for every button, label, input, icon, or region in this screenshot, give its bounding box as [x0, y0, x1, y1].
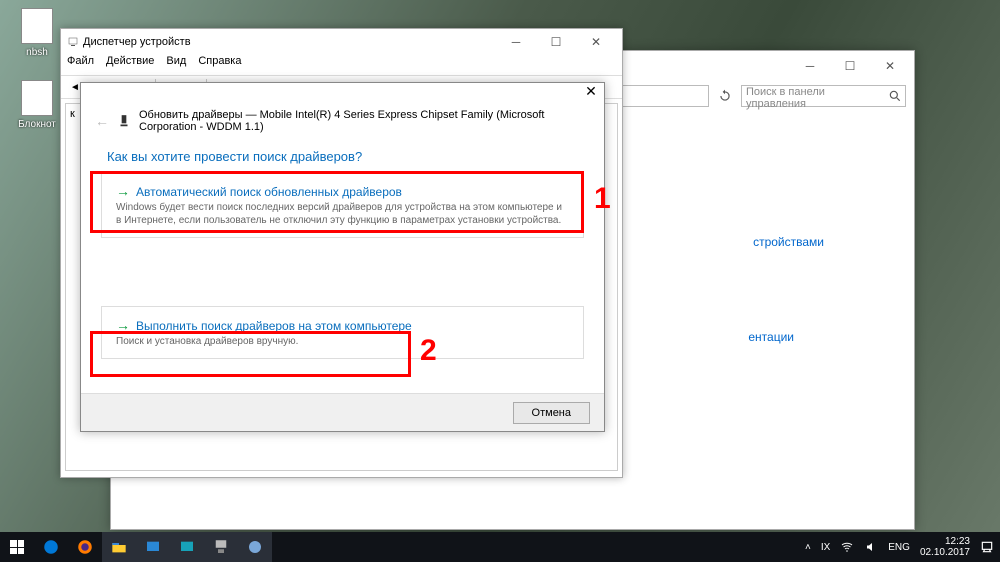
update-driver-wizard: ✕ ← Обновить драйверы — Mobile Intel(R) …	[80, 82, 605, 432]
taskbar: ˄ ΙΧ ENG 12:23 02.10.2017	[0, 532, 1000, 562]
system-tray: ˄ ΙΧ ENG 12:23 02.10.2017	[799, 536, 1000, 558]
tray-date: 02.10.2017	[920, 547, 970, 558]
taskbar-firefox[interactable]	[68, 532, 102, 562]
taskbar-edge[interactable]	[34, 532, 68, 562]
icon-label: Блокнот	[18, 119, 56, 130]
windows-icon	[10, 540, 24, 554]
taskbar-app[interactable]	[238, 532, 272, 562]
window-title: Диспетчер устройств	[83, 36, 191, 48]
tray-notifications-icon[interactable]	[980, 540, 994, 554]
file-icon	[21, 80, 53, 116]
close-button[interactable]: ✕	[578, 83, 604, 105]
maximize-button[interactable]: ☐	[830, 53, 870, 79]
taskbar-app[interactable]	[170, 532, 204, 562]
wizard-options: → Автоматический поиск обновленных драйве…	[81, 168, 604, 371]
search-icon	[888, 89, 902, 103]
menu-help[interactable]: Справка	[198, 55, 241, 75]
annotation-number-2: 2	[420, 334, 437, 368]
taskbar-explorer[interactable]	[102, 532, 136, 562]
refresh-icon[interactable]	[715, 86, 735, 106]
tray-time: 12:23	[920, 536, 970, 547]
option-browse-computer[interactable]: → Выполнить поиск драйверов на этом компь…	[101, 306, 584, 359]
arrow-icon: →	[116, 183, 130, 199]
tray-chevron-up-icon[interactable]: ˄	[805, 542, 811, 553]
arrow-icon: →	[116, 317, 130, 333]
tray-clock[interactable]: 12:23 02.10.2017	[920, 536, 970, 558]
device-icon	[67, 36, 79, 48]
minimize-button[interactable]: ─	[496, 29, 536, 55]
tree-item[interactable]: к	[70, 108, 75, 120]
option-description: Windows будет вести поиск последних верс…	[116, 201, 569, 227]
cancel-button[interactable]: Отмена	[513, 402, 590, 424]
tray-wifi-icon[interactable]	[840, 541, 854, 553]
menu-view[interactable]: Вид	[166, 55, 186, 75]
minimize-button[interactable]: ─	[790, 53, 830, 79]
annotation-number-1: 1	[594, 182, 611, 216]
window-titlebar[interactable]: Диспетчер устройств ─ ☐ ✕	[61, 29, 622, 55]
wizard-footer: Отмена	[81, 393, 604, 431]
driver-icon	[117, 113, 131, 129]
taskbar-app[interactable]	[136, 532, 170, 562]
wizard-titlebar[interactable]: ✕	[81, 83, 604, 105]
tray-input-icon[interactable]: ΙΧ	[821, 542, 830, 553]
wizard-question: Как вы хотите провести поиск драйверов?	[81, 143, 604, 168]
option-auto-search[interactable]: → Автоматический поиск обновленных драйве…	[101, 172, 584, 238]
search-input[interactable]: Поиск в панели управления	[741, 85, 906, 107]
tray-volume-icon[interactable]	[864, 541, 878, 553]
icon-label: nbsh	[26, 47, 48, 58]
file-icon	[21, 8, 53, 44]
back-icon[interactable]: ←	[95, 113, 109, 129]
option-description: Поиск и установка драйверов вручную.	[116, 335, 569, 348]
control-panel-link-devices[interactable]: стройствами	[753, 231, 824, 253]
desktop-icon-notepad[interactable]: Блокнот	[12, 80, 62, 130]
wizard-title: Обновить драйверы — Mobile Intel(R) 4 Se…	[139, 109, 590, 133]
tray-language[interactable]: ENG	[888, 542, 910, 553]
option-title: Выполнить поиск драйверов на этом компью…	[136, 319, 412, 333]
menu-action[interactable]: Действие	[106, 55, 154, 75]
start-button[interactable]	[0, 532, 34, 562]
menu-bar: Файл Действие Вид Справка	[61, 55, 622, 75]
menu-file[interactable]: Файл	[67, 55, 94, 75]
taskbar-device-manager[interactable]	[204, 532, 238, 562]
search-placeholder: Поиск в панели управления	[746, 86, 825, 110]
wizard-header: ← Обновить драйверы — Mobile Intel(R) 4 …	[81, 105, 604, 143]
close-button[interactable]: ✕	[870, 53, 910, 79]
maximize-button[interactable]: ☐	[536, 29, 576, 55]
option-title: Автоматический поиск обновленных драйвер…	[136, 185, 402, 199]
control-panel-link-presentation[interactable]: ентации	[748, 326, 794, 348]
desktop-icon-nbsh[interactable]: nbsh	[12, 8, 62, 58]
close-button[interactable]: ✕	[576, 29, 616, 55]
